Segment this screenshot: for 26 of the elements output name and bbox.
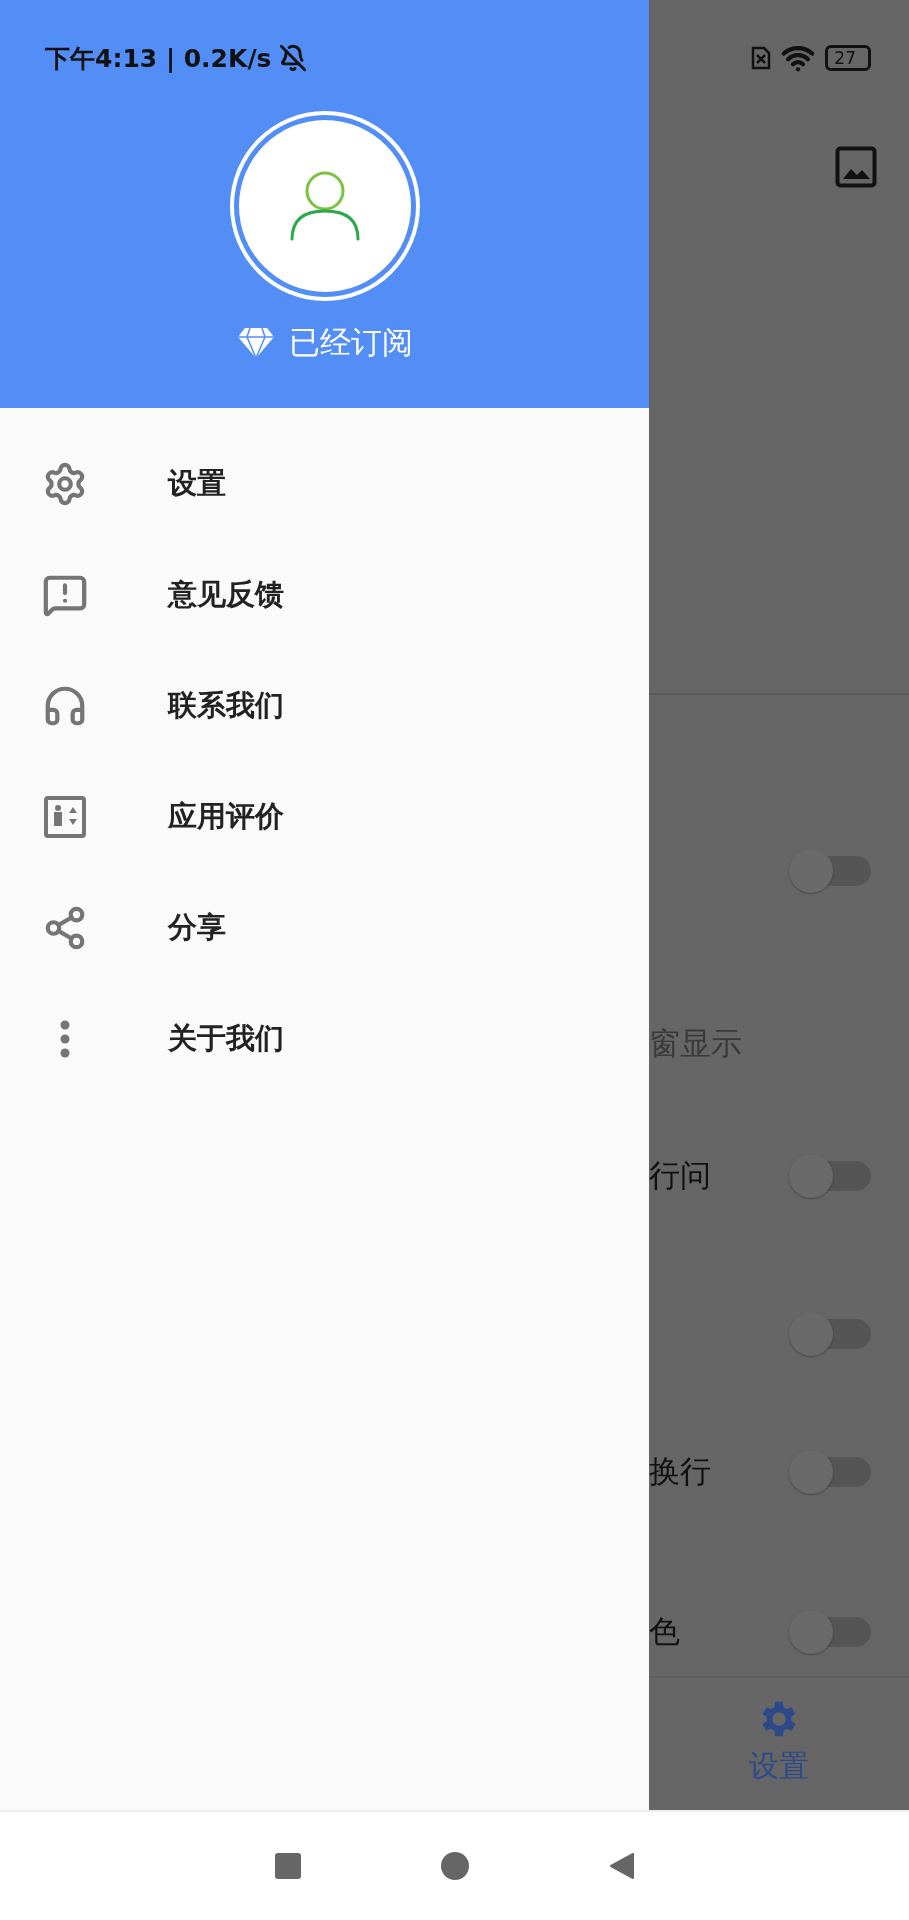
menu-item[interactable]: 应用评价 — [0, 761, 649, 872]
menu-item[interactable]: 意见反馈 — [0, 539, 649, 650]
menu-item[interactable]: 设置 — [0, 428, 649, 539]
toggle-switch[interactable] — [789, 1152, 871, 1199]
recents-icon[interactable] — [274, 1853, 301, 1879]
bell-off-icon — [279, 44, 308, 72]
image-icon[interactable] — [835, 145, 877, 188]
status-time-speed: 下午4:13 | 0.2K/s — [45, 42, 272, 75]
toggle-switch[interactable] — [789, 1449, 871, 1496]
back-icon[interactable] — [608, 1852, 635, 1880]
menu-item[interactable]: 联系我们 — [0, 650, 649, 761]
toggle-switch[interactable] — [789, 848, 871, 895]
menu-item[interactable]: 分享 — [0, 872, 649, 983]
battery-level: 27 — [825, 44, 871, 71]
toggle-switch[interactable] — [789, 1310, 871, 1357]
menu-item[interactable]: 关于我们 — [0, 983, 649, 1094]
toggle-switch[interactable] — [789, 1609, 871, 1656]
diamond-icon — [236, 327, 275, 359]
subscription-status: 已经订阅 — [288, 323, 413, 362]
home-icon[interactable] — [440, 1852, 469, 1880]
more-icon — [60, 1019, 70, 1058]
setting-label: 行问 — [649, 1155, 711, 1195]
person-arrows-icon — [43, 794, 87, 839]
setting-label: 色 — [649, 1612, 680, 1652]
setting-label: 换行 — [649, 1452, 711, 1492]
no-sim-icon — [751, 45, 772, 70]
